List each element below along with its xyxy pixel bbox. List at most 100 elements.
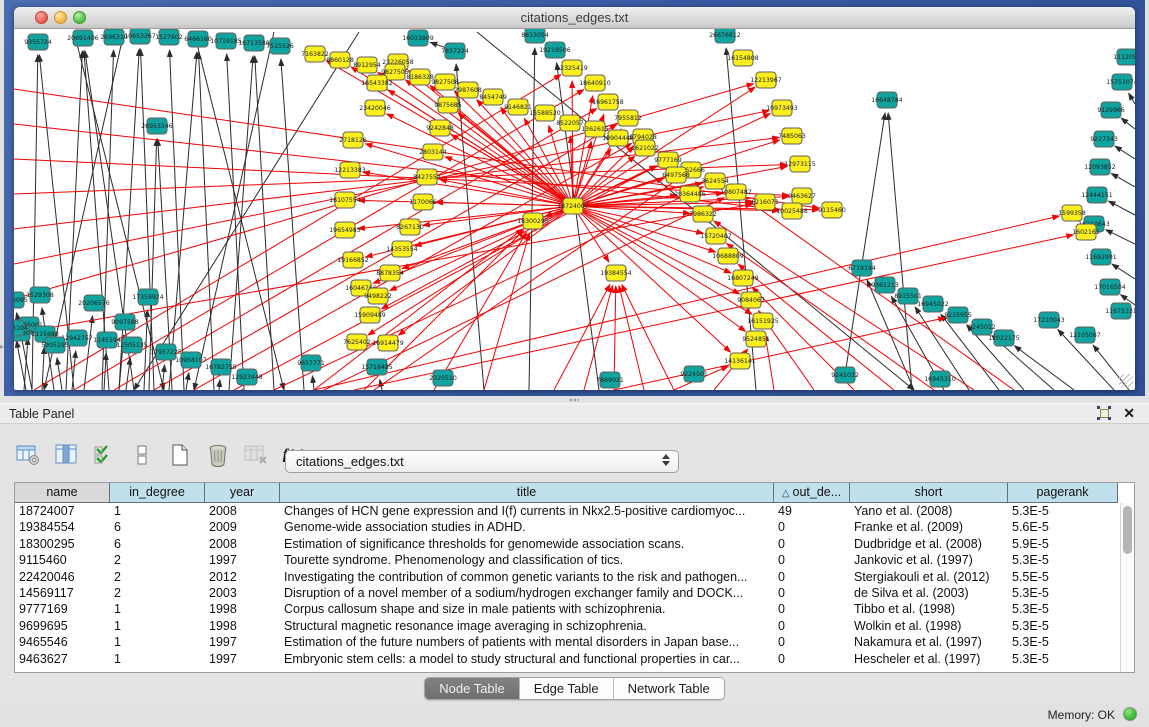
table-cell[interactable]: Nakamura et al. (1997) — [850, 634, 1008, 650]
table-row[interactable]: 1456911722003Disruption of a novel membe… — [15, 585, 1134, 601]
table-cell[interactable]: 1 — [110, 651, 205, 667]
graph-node[interactable]: 15720407 — [700, 228, 732, 244]
graph-node[interactable]: 5905195 — [41, 337, 69, 353]
table-cell[interactable]: 9465546 — [15, 634, 110, 650]
graph-node[interactable]: 18300295 — [517, 213, 549, 229]
graph-node[interactable]: 9245012 — [968, 319, 996, 335]
graph-node[interactable]: 14136141 — [724, 353, 756, 369]
deselect-all-icon[interactable] — [128, 441, 156, 469]
graph-node[interactable]: 12325419 — [556, 60, 588, 76]
close-window-icon[interactable] — [35, 11, 48, 24]
graph-node[interactable]: 16945022 — [917, 296, 949, 312]
memory-status-indicator[interactable] — [1123, 707, 1137, 721]
graph-node[interactable]: 10688809 — [712, 248, 744, 264]
table-cell[interactable]: Genome-wide association studies in ADHD. — [280, 519, 774, 535]
graph-node[interactable]: 9245032 — [831, 367, 859, 383]
table-cell[interactable]: Changes of HCN gene expression and I(f) … — [280, 503, 774, 519]
graph-node[interactable]: 8912954 — [353, 57, 381, 73]
graph-node[interactable]: 9524851 — [742, 331, 770, 347]
table-cell[interactable]: 6 — [110, 536, 205, 552]
graph-node[interactable]: 17210043 — [1033, 312, 1065, 328]
graph-node[interactable]: 7986322 — [689, 206, 717, 222]
graph-node[interactable]: 10973493 — [766, 100, 798, 116]
table-row[interactable]: 977716911998Corpus callosum shape and si… — [15, 601, 1134, 617]
table-cell[interactable]: Franke et al. (2009) — [850, 519, 1008, 535]
column-header-out_de[interactable]: △out_de... — [774, 483, 850, 503]
graph-node[interactable]: 16648784 — [871, 92, 903, 108]
table-cell[interactable]: 2012 — [205, 569, 280, 585]
window-resize-grip[interactable] — [1119, 374, 1133, 388]
graph-node[interactable]: 9463627 — [788, 188, 816, 204]
graph-node[interactable]: 16713588 — [238, 35, 270, 51]
graph-node[interactable]: 1621022 — [631, 140, 659, 156]
graph-node[interactable]: 16782759 — [205, 359, 237, 375]
table-cell[interactable]: Embryonic stem cells: a model to study s… — [280, 651, 774, 667]
table-cell[interactable]: 2003 — [205, 585, 280, 601]
table-row[interactable]: 969969511998Structural magnetic resonanc… — [15, 618, 1134, 634]
graph-node[interactable]: 1112051 — [1113, 49, 1135, 65]
table-cell[interactable]: 18300295 — [15, 536, 110, 552]
table-cell[interactable]: 0 — [774, 552, 850, 568]
table-cell[interactable]: 14569117 — [15, 585, 110, 601]
graph-node[interactable]: 1529308 — [26, 287, 54, 303]
graph-node[interactable]: 6719194 — [848, 260, 876, 276]
table-row[interactable]: 911546021997Tourette syndrome. Phenomeno… — [15, 552, 1134, 568]
graph-node[interactable]: 15751074 — [1106, 74, 1135, 90]
table-cell[interactable]: Estimation of the future numbers of pati… — [280, 634, 774, 650]
table-cell[interactable]: 5.5E-5 — [1008, 569, 1118, 585]
graph-node[interactable]: 1170066 — [409, 194, 437, 210]
graph-node[interactable]: 8267130 — [396, 219, 424, 235]
column-header-year[interactable]: year — [205, 483, 280, 503]
tab-node-table[interactable]: Node Table — [425, 678, 520, 699]
table-cell[interactable]: Hescheler et al. (1997) — [850, 651, 1008, 667]
table-cell[interactable]: 18724007 — [15, 503, 110, 519]
graph-node[interactable]: 7163822 — [301, 46, 329, 62]
delete-icon[interactable] — [204, 441, 232, 469]
graph-node[interactable]: 6466160 — [184, 31, 212, 47]
graph-node[interactable]: 23420046 — [359, 100, 391, 116]
graph-node[interactable]: 16807249 — [727, 270, 759, 286]
graph-node[interactable]: 12973115 — [784, 156, 816, 172]
table-cell[interactable]: 0 — [774, 634, 850, 650]
table-cell[interactable]: 1 — [110, 634, 205, 650]
table-row[interactable]: 1872400712008Changes of HCN gene express… — [15, 503, 1134, 519]
graph-node[interactable]: 16914479 — [372, 335, 404, 351]
graph-node[interactable]: 1602161 — [1072, 224, 1100, 240]
table-cell[interactable]: 22420046 — [15, 569, 110, 585]
table-cell[interactable]: 2008 — [205, 503, 280, 519]
table-cell[interactable]: Investigating the contribution of common… — [280, 569, 774, 585]
table-cell[interactable]: Disruption of a novel member of a sodium… — [280, 585, 774, 601]
graph-node[interactable]: 20691406 — [67, 30, 99, 46]
graph-node[interactable]: 26876812 — [709, 29, 741, 43]
table-cell[interactable]: 5.3E-5 — [1008, 618, 1118, 634]
table-cell[interactable]: Tibbo et al. (1998) — [850, 601, 1008, 617]
table-cell[interactable]: Stergiakouli et al. (2012) — [850, 569, 1008, 585]
graph-node[interactable]: 8454749 — [479, 89, 507, 105]
table-cell[interactable]: 5.6E-5 — [1008, 519, 1118, 535]
table-cell[interactable]: 5.3E-5 — [1008, 651, 1118, 667]
table-cell[interactable]: 0 — [774, 585, 850, 601]
table-cell[interactable]: de Silva et al. (2003) — [850, 585, 1008, 601]
graph-node[interactable]: 9875685 — [434, 97, 462, 113]
window-titlebar[interactable]: citations_edges.txt — [14, 7, 1135, 29]
table-cell[interactable]: Dudbridge et al. (2008) — [850, 536, 1008, 552]
graph-node[interactable]: 9498222 — [364, 288, 392, 304]
graph-node[interactable]: 12105087 — [1069, 327, 1101, 343]
graph-node[interactable]: 11692991 — [1085, 249, 1117, 265]
graph-node[interactable]: 16151925 — [747, 313, 779, 329]
graph-node[interactable]: 15909489 — [354, 307, 386, 323]
graph-node[interactable]: 9355724 — [24, 34, 52, 50]
table-cell[interactable]: 49 — [774, 503, 850, 519]
table-cell[interactable]: Jankovic et al. (1997) — [850, 552, 1008, 568]
table-cell[interactable]: 2009 — [205, 519, 280, 535]
table-cell[interactable]: 0 — [774, 519, 850, 535]
column-header-name[interactable]: name — [15, 483, 110, 503]
graph-node[interactable]: 17359924 — [132, 289, 164, 305]
table-cell[interactable]: 1 — [110, 618, 205, 634]
close-panel-icon[interactable]: ✕ — [1123, 406, 1135, 420]
table-cell[interactable]: Tourette syndrome. Phenomenology and cla… — [280, 552, 774, 568]
zoom-window-icon[interactable] — [73, 11, 86, 24]
graph-node[interactable]: 12093852 — [1084, 159, 1116, 175]
graph-node[interactable]: 8427552 — [413, 169, 441, 185]
graph-node[interactable]: 12022175 — [988, 330, 1020, 346]
